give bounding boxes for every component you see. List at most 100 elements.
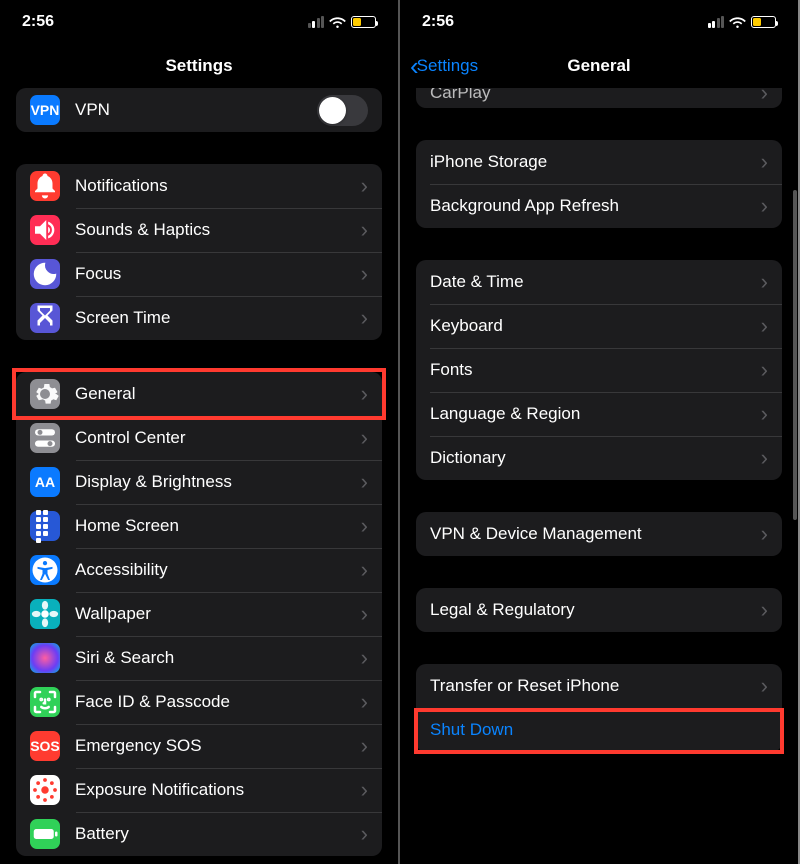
row-focus[interactable]: Focus › [16, 252, 382, 296]
row-vpn-mgmt[interactable]: VPN & Device Management › [416, 512, 782, 556]
sos-icon: SOS [30, 731, 60, 761]
row-siri[interactable]: Siri & Search › [16, 636, 382, 680]
cellular-signal-icon [708, 16, 725, 29]
row-screen-time[interactable]: Screen Time › [16, 296, 382, 340]
row-label: Background App Refresh [430, 196, 761, 216]
chevron-right-icon: › [361, 689, 368, 715]
row-label: Date & Time [430, 272, 761, 292]
chevron-right-icon: › [361, 645, 368, 671]
chevron-right-icon: › [361, 261, 368, 287]
chevron-right-icon: › [361, 777, 368, 803]
row-label: Notifications [75, 176, 361, 196]
battery-settings-icon [30, 819, 60, 849]
nav-header: Settings [0, 44, 398, 88]
chevron-right-icon: › [761, 521, 768, 547]
settings-group-general: General › Control Center › AA Display & … [0, 372, 398, 856]
general-list[interactable]: CarPlay › iPhone Storage › Background Ap… [400, 88, 798, 864]
row-iphone-storage[interactable]: iPhone Storage › [416, 140, 782, 184]
row-general[interactable]: General › [16, 372, 382, 416]
chevron-right-icon: › [361, 733, 368, 759]
row-fonts[interactable]: Fonts › [416, 348, 782, 392]
row-label: Display & Brightness [75, 472, 361, 492]
bell-icon [30, 171, 60, 201]
row-label: CarPlay [430, 88, 761, 103]
vpn-toggle[interactable] [317, 95, 368, 126]
group-legal: Legal & Regulatory › [416, 588, 782, 632]
row-label: Exposure Notifications [75, 780, 361, 800]
battery-icon [751, 16, 776, 28]
chevron-right-icon: › [761, 313, 768, 339]
chevron-right-icon: › [361, 601, 368, 627]
group-carplay: CarPlay › [416, 88, 782, 108]
grid-icon [30, 511, 60, 541]
settings-list[interactable]: VPN VPN Notifications › Soun [0, 88, 398, 864]
chevron-right-icon: › [361, 469, 368, 495]
status-time: 2:56 [422, 13, 454, 31]
speaker-icon [30, 215, 60, 245]
row-vpn[interactable]: VPN VPN [16, 88, 382, 132]
row-accessibility[interactable]: Accessibility › [16, 548, 382, 592]
gear-icon [30, 379, 60, 409]
row-label: Dictionary [430, 448, 761, 468]
row-dictionary[interactable]: Dictionary › [416, 436, 782, 480]
chevron-right-icon: › [761, 149, 768, 175]
row-keyboard[interactable]: Keyboard › [416, 304, 782, 348]
row-transfer-reset[interactable]: Transfer or Reset iPhone › [416, 664, 782, 708]
row-battery[interactable]: Battery › [16, 812, 382, 856]
row-sounds[interactable]: Sounds & Haptics › [16, 208, 382, 252]
chevron-right-icon: › [761, 673, 768, 699]
status-right [308, 16, 377, 29]
group-vpn-mgmt: VPN & Device Management › [416, 512, 782, 556]
text-size-icon: AA [30, 467, 60, 497]
row-language-region[interactable]: Language & Region › [416, 392, 782, 436]
row-date-time[interactable]: Date & Time › [416, 260, 782, 304]
wifi-icon [729, 16, 746, 29]
chevron-right-icon: › [361, 821, 368, 847]
chevron-right-icon: › [361, 557, 368, 583]
chevron-right-icon: › [361, 217, 368, 243]
row-label: Face ID & Passcode [75, 692, 361, 712]
chevron-right-icon: › [361, 513, 368, 539]
chevron-right-icon: › [761, 445, 768, 471]
back-button[interactable]: ‹ Settings [410, 53, 478, 79]
chevron-right-icon: › [361, 305, 368, 331]
faceid-icon [30, 687, 60, 717]
row-label: Screen Time [75, 308, 361, 328]
settings-screen: 2:56 Settings VPN VPN [0, 0, 400, 864]
settings-group-notifications: Notifications › Sounds & Haptics › Focus… [16, 164, 382, 340]
row-wallpaper[interactable]: Wallpaper › [16, 592, 382, 636]
row-label: Wallpaper [75, 604, 361, 624]
chevron-right-icon: › [761, 357, 768, 383]
row-label: Language & Region [430, 404, 761, 424]
row-notifications[interactable]: Notifications › [16, 164, 382, 208]
row-sos[interactable]: SOS Emergency SOS › [16, 724, 382, 768]
row-exposure[interactable]: Exposure Notifications › [16, 768, 382, 812]
chevron-right-icon: › [761, 269, 768, 295]
row-label: Accessibility [75, 560, 361, 580]
hourglass-icon [30, 303, 60, 333]
group-storage: iPhone Storage › Background App Refresh … [416, 140, 782, 228]
siri-icon [30, 643, 60, 673]
group-transfer: Transfer or Reset iPhone › Shut Down [400, 664, 798, 752]
row-carplay[interactable]: CarPlay › [416, 88, 782, 108]
back-label: Settings [417, 56, 478, 76]
row-faceid[interactable]: Face ID & Passcode › [16, 680, 382, 724]
page-title: Settings [165, 56, 232, 76]
row-shut-down[interactable]: Shut Down [416, 708, 782, 752]
cellular-signal-icon [308, 16, 325, 29]
flower-icon [30, 599, 60, 629]
row-bg-refresh[interactable]: Background App Refresh › [416, 184, 782, 228]
status-bar: 2:56 [0, 0, 398, 44]
status-bar: 2:56 [400, 0, 798, 44]
row-home-screen[interactable]: Home Screen › [16, 504, 382, 548]
chevron-right-icon: › [761, 88, 768, 106]
row-control-center[interactable]: Control Center › [16, 416, 382, 460]
row-label: Battery [75, 824, 361, 844]
scrollbar[interactable] [793, 190, 797, 520]
row-display[interactable]: AA Display & Brightness › [16, 460, 382, 504]
wifi-icon [329, 16, 346, 29]
status-right [708, 16, 777, 29]
row-label: VPN & Device Management [430, 524, 761, 544]
battery-icon [351, 16, 376, 28]
row-legal[interactable]: Legal & Regulatory › [416, 588, 782, 632]
